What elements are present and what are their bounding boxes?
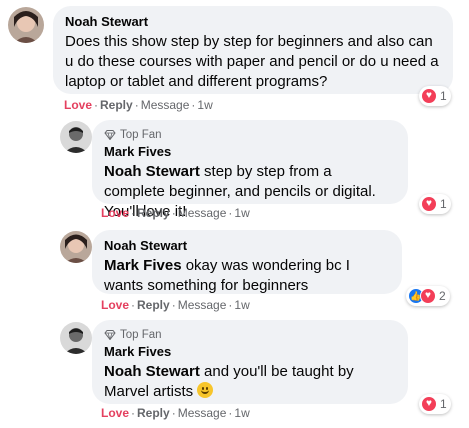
comment-author[interactable]: Noah Stewart [65,14,441,30]
message-link[interactable]: Message [178,206,227,220]
mention-link[interactable]: Noah Stewart [104,363,200,380]
heart-icon: ♥ [421,396,437,412]
reaction-summary[interactable]: ♥ 1 [419,394,451,414]
comment-2: Top Fan Mark Fives Noah Stewart step by … [0,112,469,224]
comment-bubble: Noah Stewart Does this show step by step… [53,6,453,94]
love-button[interactable]: Love [101,206,129,220]
reaction-summary[interactable]: ♥ 1 [419,194,451,214]
love-button[interactable]: Love [101,406,129,420]
heart-icon: ♥ [420,288,436,304]
comment-bubble: Top Fan Mark Fives Noah Stewart step by … [92,120,408,220]
badge-label: Top Fan [120,129,162,141]
comment-bubble: Top Fan Mark Fives Noah Stewart and you'… [92,320,408,404]
badge-label: Top Fan [120,329,162,341]
comment-actions: Love · Reply · Message · 1w [101,206,250,220]
timestamp[interactable]: 1w [234,298,249,312]
heart-icon: ♥ [421,196,437,212]
timestamp[interactable]: 1w [234,206,249,220]
comment-text: Mark Fives okay was wondering bc I wants… [104,256,390,296]
comment-1: Noah Stewart Does this show step by step… [0,0,469,112]
reaction-count: 2 [439,289,446,303]
reaction-summary[interactable]: ♥ 1 [419,86,451,106]
avatar[interactable] [60,322,92,354]
reply-button[interactable]: Reply [137,206,170,220]
reaction-count: 1 [440,397,447,411]
message-link[interactable]: Message [141,98,190,112]
comment-text: Noah Stewart and you'll be taught by Mar… [104,362,396,402]
top-fan-badge: Top Fan [104,328,396,342]
message-link[interactable]: Message [178,406,227,420]
comment-text: Does this show step by step for beginner… [65,33,439,90]
comment-author[interactable]: Mark Fives [104,344,396,360]
avatar[interactable] [60,231,92,263]
avatar[interactable] [60,121,92,153]
message-link[interactable]: Message [178,298,227,312]
smile-emoji-icon [197,382,214,398]
comment-author[interactable]: Noah Stewart [104,238,390,254]
comment-3: Noah Stewart Mark Fives okay was wonderi… [0,224,469,318]
reaction-summary[interactable]: 👍 ♥ 2 [406,286,450,306]
comment-bubble: Noah Stewart Mark Fives okay was wonderi… [92,230,402,294]
avatar[interactable] [8,7,44,43]
mention-link[interactable]: Mark Fives [104,257,182,274]
mention-link[interactable]: Noah Stewart [104,163,200,180]
reaction-count: 1 [440,197,447,211]
timestamp[interactable]: 1w [234,406,249,420]
comment-4: Top Fan Mark Fives Noah Stewart and you'… [0,318,469,428]
reply-button[interactable]: Reply [137,406,170,420]
diamond-icon [104,130,116,140]
love-button[interactable]: Love [64,98,92,112]
love-button[interactable]: Love [101,298,129,312]
timestamp[interactable]: 1w [197,98,212,112]
reply-button[interactable]: Reply [100,98,133,112]
reply-button[interactable]: Reply [137,298,170,312]
comment-author[interactable]: Mark Fives [104,144,396,160]
heart-icon: ♥ [421,88,437,104]
top-fan-badge: Top Fan [104,128,396,142]
diamond-icon [104,330,116,340]
reaction-count: 1 [440,89,447,103]
comment-actions: Love · Reply · Message · 1w [64,98,213,112]
comment-actions: Love · Reply · Message · 1w [101,298,250,312]
comment-actions: Love · Reply · Message · 1w [101,406,250,420]
